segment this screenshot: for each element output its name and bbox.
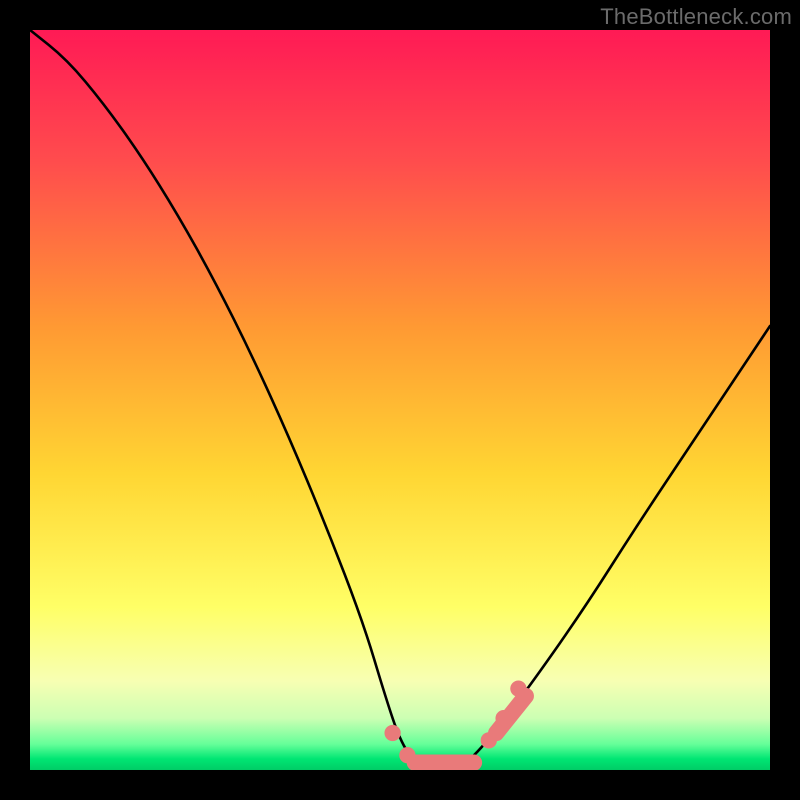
chart-frame: TheBottleneck.com <box>0 0 800 800</box>
watermark-text: TheBottleneck.com <box>600 4 792 30</box>
bottleneck-curve <box>30 30 770 770</box>
plot-area <box>30 30 770 770</box>
